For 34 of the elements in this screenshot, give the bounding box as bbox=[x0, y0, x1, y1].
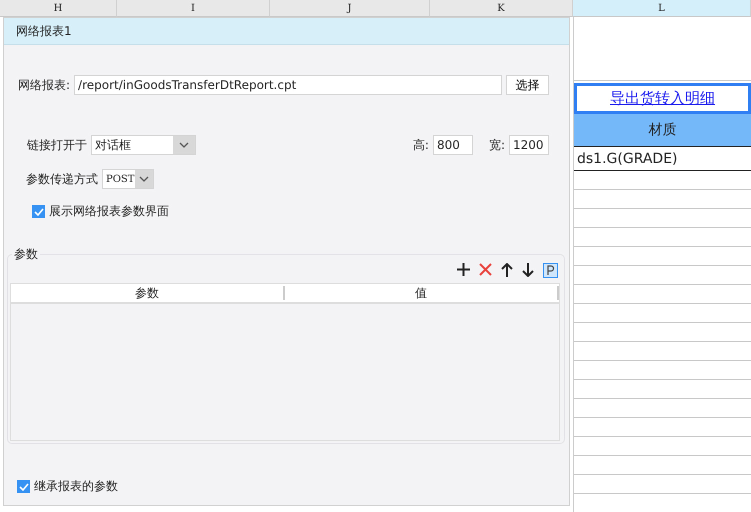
column-header[interactable]: K bbox=[430, 0, 573, 17]
field-label: 参数传递方式 bbox=[26, 170, 98, 188]
report-path-field[interactable]: /report/inGoodsTransferDtReport.cpt bbox=[74, 75, 502, 95]
field-label: 高: bbox=[412, 136, 429, 154]
field-label: 网络报表: bbox=[18, 76, 70, 94]
parameter-icon[interactable] bbox=[543, 263, 558, 278]
height-field[interactable]: 800 bbox=[432, 135, 473, 155]
arrow-up-icon[interactable] bbox=[501, 263, 513, 277]
field-label: 宽: bbox=[488, 136, 505, 154]
column-header[interactable]: H bbox=[0, 0, 117, 17]
column-header[interactable]: I bbox=[117, 0, 270, 17]
checkbox-label: 继承报表的参数 bbox=[34, 478, 118, 495]
method-dropdown[interactable]: POST bbox=[102, 169, 154, 189]
chevron-down-icon bbox=[139, 176, 149, 182]
open-in-dropdown[interactable]: 对话框 bbox=[91, 135, 196, 155]
link-cell[interactable]: 导出货转入明细 bbox=[574, 83, 751, 114]
delete-icon[interactable] bbox=[479, 263, 492, 276]
dialog-title: 网络报表1 bbox=[4, 18, 569, 45]
table-header: 值 bbox=[285, 286, 559, 300]
width-field[interactable]: 1200 bbox=[509, 135, 549, 155]
chevron-down-icon bbox=[179, 142, 189, 148]
checkbox[interactable] bbox=[32, 205, 45, 218]
choose-button[interactable]: 选择 bbox=[506, 75, 549, 95]
checkbox-label: 展示网络报表参数界面 bbox=[49, 203, 169, 220]
header-cell: 材质 bbox=[574, 114, 751, 147]
plus-icon[interactable] bbox=[457, 263, 470, 276]
arrow-down-icon[interactable] bbox=[522, 263, 534, 277]
group-title: 参数 bbox=[12, 246, 40, 263]
column-header[interactable]: L bbox=[573, 0, 751, 17]
field-cell: ds1.G(GRADE) bbox=[574, 147, 751, 171]
column-header[interactable]: J bbox=[270, 0, 430, 17]
table-header: 参数 bbox=[11, 286, 285, 300]
field-label: 链接打开于 bbox=[27, 136, 87, 154]
checkbox[interactable] bbox=[17, 480, 30, 493]
